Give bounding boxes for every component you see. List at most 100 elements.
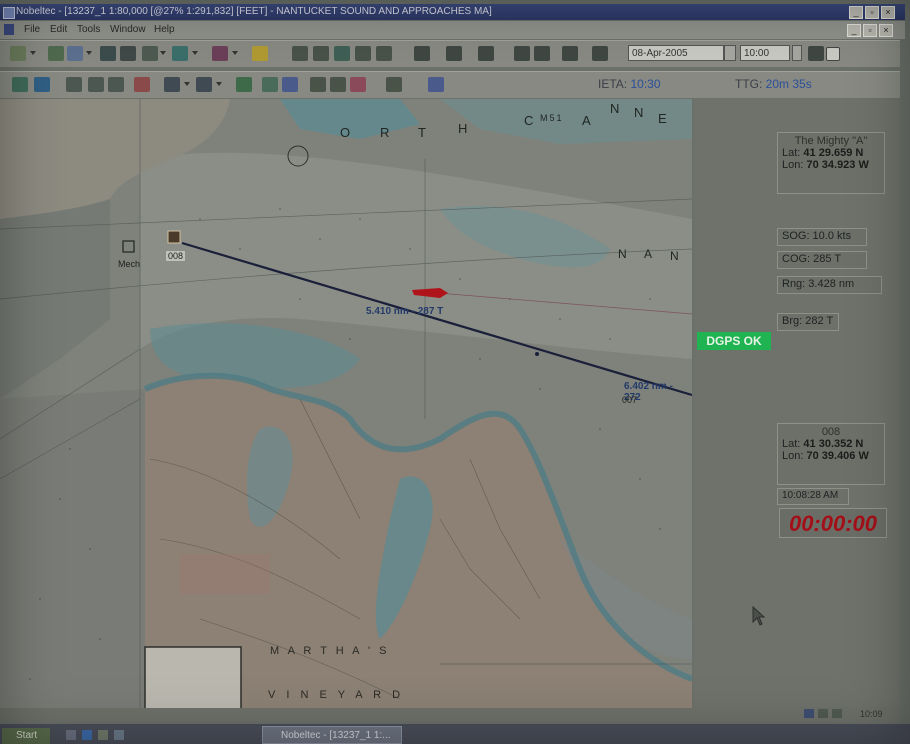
mark-icon[interactable] bbox=[350, 77, 366, 92]
grid-icon[interactable] bbox=[66, 77, 82, 92]
overlay-icon[interactable] bbox=[262, 77, 278, 92]
nautical-chart[interactable]: O R T H C M51 A N N E N A N 008 Mech 5.4… bbox=[0, 99, 692, 721]
chevron-down-icon[interactable] bbox=[30, 51, 36, 55]
folder-icon[interactable] bbox=[98, 730, 108, 740]
vessel-name: The Mighty "A" bbox=[794, 135, 868, 147]
chevron-down-icon[interactable] bbox=[216, 82, 222, 86]
zoom-in-icon[interactable] bbox=[196, 77, 212, 92]
app-icon[interactable] bbox=[114, 730, 124, 740]
date-dropdown-button[interactable] bbox=[724, 45, 736, 61]
doc-restore-button[interactable]: ▫ bbox=[863, 24, 877, 37]
waypoint-time: 10:08:28 AM bbox=[777, 488, 849, 505]
taskbar: Start Nobeltec - [13237_1 1:... bbox=[0, 724, 910, 744]
chart-label: A bbox=[582, 113, 593, 128]
bearing-readout: Brg: 282 T bbox=[777, 313, 839, 331]
chart-label: A bbox=[644, 247, 653, 261]
display-icon[interactable] bbox=[534, 46, 550, 61]
close-button[interactable]: × bbox=[881, 6, 895, 19]
menu-bar: File Edit Tools Window Help _ ▫ × bbox=[0, 21, 905, 39]
pencil-icon[interactable] bbox=[252, 46, 268, 61]
route-leg2-sublabel: 007 bbox=[622, 395, 638, 405]
chevron-down-icon[interactable] bbox=[192, 51, 198, 55]
waypoint-icon[interactable] bbox=[172, 46, 188, 61]
restore-button[interactable]: ▫ bbox=[865, 6, 879, 19]
app-icon bbox=[3, 7, 15, 19]
chart-label: M51 bbox=[540, 113, 564, 123]
chart-label: R bbox=[380, 125, 392, 140]
chart-label: H bbox=[458, 121, 470, 136]
nav-tool-icon[interactable] bbox=[334, 46, 350, 61]
marthas-label: M A R T H A ' S bbox=[270, 645, 390, 657]
track-icon[interactable] bbox=[212, 46, 228, 61]
eta-readout: IETA: 10:30 bbox=[598, 77, 661, 91]
countdown-timer: 00:00:00 bbox=[779, 508, 887, 538]
clock-icon[interactable] bbox=[100, 46, 116, 61]
mouse-cursor-icon bbox=[752, 606, 766, 626]
menu-tools[interactable]: Tools bbox=[77, 24, 100, 35]
tide-icon[interactable] bbox=[386, 77, 402, 92]
browser-icon[interactable] bbox=[82, 730, 92, 740]
pan-icon[interactable] bbox=[48, 46, 64, 61]
layers-icon[interactable] bbox=[67, 46, 83, 61]
display-icon[interactable] bbox=[478, 46, 494, 61]
doc-minimize-button[interactable]: _ bbox=[847, 24, 861, 37]
time-spinner[interactable] bbox=[792, 45, 802, 61]
center-vessel-icon[interactable] bbox=[12, 77, 28, 92]
display-icon[interactable] bbox=[414, 46, 430, 61]
display-icon[interactable] bbox=[446, 46, 462, 61]
chart-svg[interactable] bbox=[0, 99, 692, 721]
grid-icon[interactable] bbox=[108, 77, 124, 92]
chart-label: E bbox=[658, 111, 667, 126]
start-button[interactable]: Start bbox=[2, 728, 50, 744]
display-icon[interactable] bbox=[592, 46, 608, 61]
display-icon[interactable] bbox=[562, 46, 578, 61]
volume-icon bbox=[818, 709, 828, 718]
time-field[interactable]: 10:00 bbox=[740, 45, 790, 61]
window-title: Nobeltec - [13237_1 1:80,000 [@27% 1:291… bbox=[16, 6, 492, 17]
zoom-out-icon[interactable] bbox=[164, 77, 180, 92]
chevron-down-icon[interactable] bbox=[160, 51, 166, 55]
menu-edit[interactable]: Edit bbox=[50, 24, 67, 35]
chart-label: N bbox=[670, 249, 679, 263]
minimize-button[interactable]: _ bbox=[849, 6, 863, 19]
chart-label: O bbox=[340, 125, 353, 140]
chevron-down-icon[interactable] bbox=[86, 51, 92, 55]
doc-close-button[interactable]: × bbox=[879, 24, 893, 37]
title-bar: Nobeltec - [13237_1 1:80,000 [@27% 1:291… bbox=[0, 4, 905, 20]
chart-tool-icon[interactable] bbox=[10, 46, 26, 61]
waypoint-lat: Lat: 41 30.352 N bbox=[782, 438, 864, 450]
mark-label: Mech bbox=[118, 259, 141, 269]
route-leg1-label: 5.410 nm - 287 T bbox=[366, 306, 444, 317]
desktop-icon[interactable] bbox=[66, 730, 76, 740]
status-bar bbox=[0, 708, 900, 722]
date-field[interactable]: 08-Apr-2005 bbox=[628, 45, 724, 61]
taskbar-nobeltec-button[interactable]: Nobeltec - [13237_1 1:... bbox=[262, 726, 402, 744]
chart-label: C bbox=[524, 113, 536, 128]
menu-window[interactable]: Window bbox=[110, 24, 146, 35]
globe-icon[interactable] bbox=[282, 77, 298, 92]
ttg-readout: TTG: 20m 35s bbox=[735, 77, 812, 91]
nav-tool-icon[interactable] bbox=[355, 46, 371, 61]
lifebuoy-icon[interactable] bbox=[134, 77, 150, 92]
measure-icon[interactable] bbox=[330, 77, 346, 92]
lock-icon[interactable] bbox=[236, 77, 252, 92]
chevron-down-icon[interactable] bbox=[184, 82, 190, 86]
menu-help[interactable]: Help bbox=[154, 24, 175, 35]
grid-icon[interactable] bbox=[88, 77, 104, 92]
measure-icon[interactable] bbox=[310, 77, 326, 92]
display-icon[interactable] bbox=[514, 46, 530, 61]
sync-checkbox[interactable] bbox=[826, 47, 840, 61]
info-icon[interactable] bbox=[34, 77, 50, 92]
playback-icon[interactable] bbox=[808, 46, 824, 61]
chevron-down-icon[interactable] bbox=[232, 51, 238, 55]
weather-icon[interactable] bbox=[428, 77, 444, 92]
clock: 10:09 bbox=[860, 709, 883, 719]
vessel-lat: Lat: 41 29.659 N bbox=[782, 147, 864, 159]
nav-tool-icon[interactable] bbox=[313, 46, 329, 61]
route-icon[interactable] bbox=[142, 46, 158, 61]
menu-file[interactable]: File bbox=[24, 24, 40, 35]
camera-icon[interactable] bbox=[120, 46, 136, 61]
nav-tool-icon[interactable] bbox=[376, 46, 392, 61]
vineyard-label: V I N E Y A R D bbox=[268, 689, 405, 701]
nav-tool-icon[interactable] bbox=[292, 46, 308, 61]
